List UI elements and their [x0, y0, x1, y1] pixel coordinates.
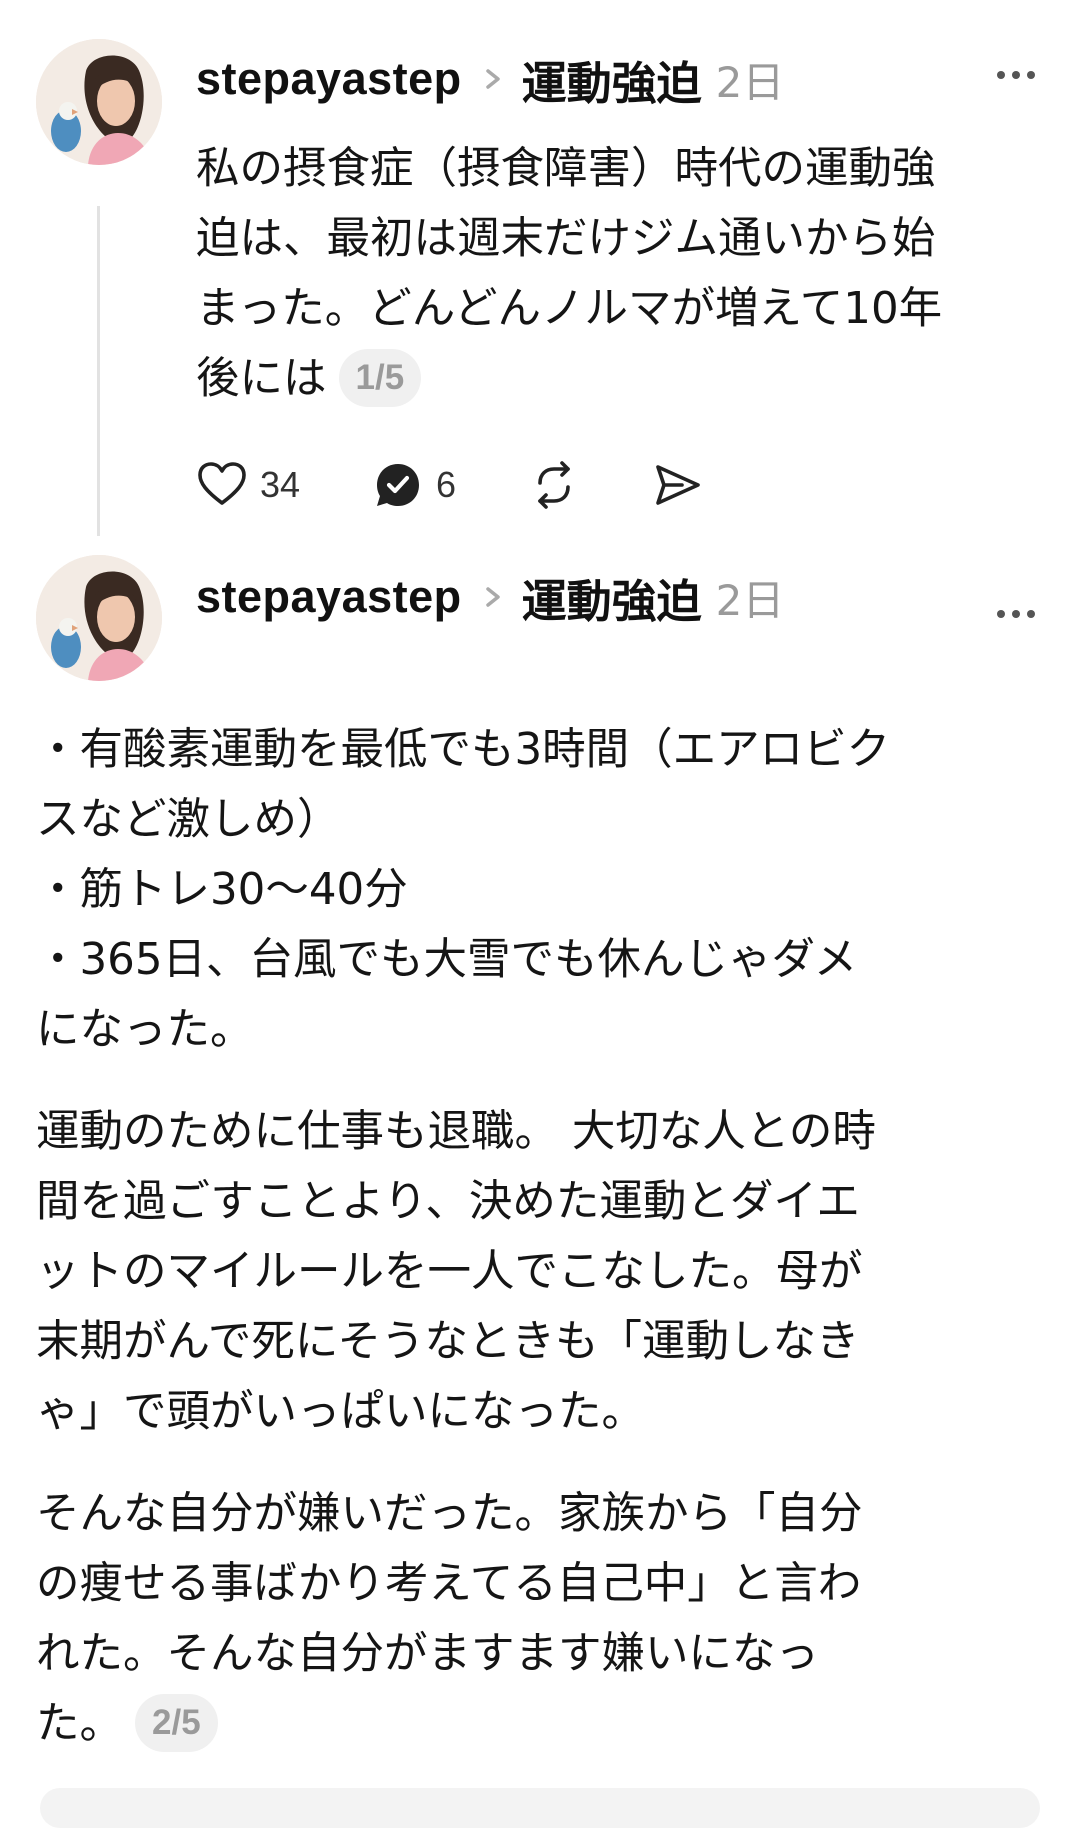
post-text-line: スなど激しめ） [36, 795, 341, 845]
post-text-tail: 後には [196, 354, 327, 404]
post-text-line: そんな自分が嫌いだった。家族から「自分 [36, 1489, 863, 1539]
like-button[interactable]: 34 [196, 459, 300, 511]
post-text-line: になった。 [36, 1005, 254, 1055]
post-text-line: ットのマイルールを一人でこなした。母が [36, 1247, 863, 1297]
post-text-line: ・有酸素運動を最低でも3時間（エアロビク [36, 725, 891, 775]
post-text-line: 迫は、最初は週末だけジム通いから始 [196, 214, 936, 264]
reply-button[interactable]: 6 [372, 459, 456, 511]
send-icon [656, 465, 700, 505]
post-paragraph: そんな自分が嫌いだった。家族から「自分 の痩せる事ばかり考えてる自己中」と言わ … [36, 1479, 1046, 1759]
post-header: stepayastep 運動強迫 2日 [196, 44, 784, 114]
chevron-right-icon [485, 587, 500, 607]
topic-tag[interactable]: 運動強迫 [522, 565, 702, 630]
post-text-line: 末期がんで死にそうなときも「運動しなき [36, 1317, 860, 1367]
avatar-photo [36, 555, 162, 681]
username[interactable]: stepayastep [196, 53, 462, 105]
post-header: stepayastep 運動強迫 2日 [196, 562, 784, 632]
avatar[interactable] [36, 39, 162, 165]
repost-button[interactable] [528, 459, 580, 511]
post-text-tail: た。 [36, 1699, 123, 1749]
repost-icon [538, 461, 570, 509]
chevron-right-icon [485, 69, 500, 89]
avatar[interactable] [36, 555, 162, 681]
more-horizontal-icon[interactable] [995, 607, 1037, 621]
post-body: 私の摂食症（摂食障害）時代の運動強 迫は、最初は週末だけジム通いから始 まった。… [196, 134, 1046, 414]
reply-composer-bar[interactable] [40, 1788, 1040, 1828]
post-text-line: れた。そんな自分がますます嫌いになっ [36, 1629, 819, 1679]
reply-bubble-icon [377, 464, 420, 506]
avatar-photo [36, 39, 162, 165]
post-text-line: 運動のために仕事も退職。 大切な人との時 [36, 1107, 876, 1157]
post-text-line: ゃ」で頭がいっぱいになった。 [36, 1387, 645, 1437]
post-text-line: の痩せる事ばかり考えてる自己中」と言わ [36, 1559, 862, 1609]
post-paragraph: ・有酸素運動を最低でも3時間（エアロビク スなど激しめ） ・筋トレ30〜40分 … [36, 715, 1046, 1065]
post-time: 2日 [715, 57, 785, 107]
post-text-line: 私の摂食症（摂食障害）時代の運動強 [196, 144, 936, 194]
heart-icon [198, 462, 246, 505]
post-time: 2日 [715, 575, 785, 625]
post-body: ・有酸素運動を最低でも3時間（エアロビク スなど激しめ） ・筋トレ30〜40分 … [36, 715, 1046, 1791]
post-text-line: ・365日、台風でも大雪でも休んじゃダメ [36, 935, 858, 985]
more-horizontal-icon[interactable] [995, 68, 1037, 82]
post-text-line: まった。どんどんノルマが増えて10年 [196, 284, 943, 334]
thread-connector-line [97, 206, 100, 536]
post-paragraph: 運動のために仕事も退職。 大切な人との時 間を過ごすことより、決めた運動とダイエ… [36, 1097, 1046, 1447]
thread-page-indicator: 1/5 [338, 349, 422, 407]
post-text-line-last: 後には 1/5 [196, 344, 1046, 414]
topic-tag[interactable]: 運動強迫 [522, 47, 702, 112]
like-count: 34 [260, 464, 301, 505]
username[interactable]: stepayastep [196, 571, 462, 623]
post-text-line: ・筋トレ30〜40分 [36, 865, 408, 915]
action-bar: 34 6 [196, 455, 776, 515]
thread-post-1: stepayastep 運動強迫 2日 私の摂食症（摂食障害）時代の運動強 迫は… [0, 0, 1079, 545]
share-button[interactable] [652, 459, 704, 511]
reply-count: 6 [436, 464, 457, 505]
thread-post-2: stepayastep 運動強迫 2日 ・有酸素運動を最低でも3時間（エアロビク… [0, 545, 1079, 1804]
thread-page-indicator: 2/5 [135, 1694, 218, 1752]
post-text-line-last: た。 2/5 [36, 1689, 1046, 1759]
post-text-line: 間を過ごすことより、決めた運動とダイエ [36, 1177, 860, 1227]
